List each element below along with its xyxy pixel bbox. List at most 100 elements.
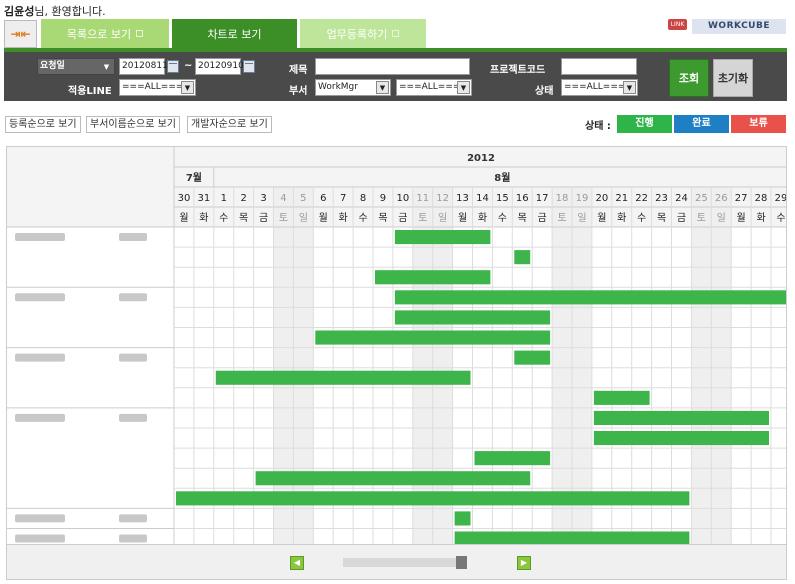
scroll-right-button[interactable]: ▶ bbox=[517, 556, 531, 570]
horizontal-scroll-track[interactable] bbox=[343, 558, 467, 567]
day-number: 30 bbox=[178, 193, 191, 204]
task-bar bbox=[454, 531, 690, 544]
tab-task-register[interactable]: 업무등록하기 bbox=[300, 19, 426, 48]
task-bar bbox=[375, 270, 491, 285]
task-bar bbox=[514, 350, 551, 365]
day-number: 26 bbox=[715, 193, 728, 204]
scroll-left-button[interactable]: ◀ bbox=[290, 556, 304, 570]
line-select-value: ===ALL=== bbox=[122, 82, 184, 92]
task-bar bbox=[593, 431, 769, 446]
legend-label: 상태 : bbox=[585, 121, 611, 132]
link-badge[interactable]: LINK bbox=[668, 19, 687, 30]
day-number: 18 bbox=[556, 193, 569, 204]
sort-by-developer-button[interactable]: 개발자순으로 보기 bbox=[187, 116, 272, 133]
legend-hold: 보류 bbox=[731, 115, 786, 133]
dept-label: 부서 bbox=[289, 86, 308, 97]
department-redacted bbox=[119, 293, 147, 302]
day-number: 9 bbox=[380, 193, 386, 204]
developer-name-redacted bbox=[15, 293, 65, 302]
developer-name-redacted bbox=[15, 233, 65, 241]
weekday-label: 일 bbox=[577, 212, 586, 224]
weekday-label: 일 bbox=[438, 212, 447, 224]
calendar-icon[interactable] bbox=[167, 60, 179, 73]
welcome-message: 김윤성님, 환영합니다. bbox=[4, 3, 106, 19]
line-select[interactable]: ===ALL=== ▼ bbox=[119, 79, 196, 96]
weekday-label: 화 bbox=[478, 212, 487, 224]
weekday-label: 월 bbox=[319, 212, 328, 224]
tab-list-label: 목록으로 보기 bbox=[66, 27, 132, 41]
task-bar bbox=[394, 290, 786, 305]
arrow-right-icon: ▶ bbox=[520, 558, 528, 567]
day-number: 24 bbox=[675, 193, 688, 204]
sort-by-registration-button[interactable]: 등록순으로 보기 bbox=[5, 116, 81, 133]
department-redacted bbox=[119, 413, 147, 422]
dept-select[interactable]: WorkMgr ▼ bbox=[315, 79, 391, 96]
square-icon bbox=[392, 30, 400, 37]
status-select-value: ===ALL=== bbox=[564, 82, 626, 92]
day-number: 20 bbox=[595, 193, 608, 204]
day-number: 6 bbox=[320, 193, 326, 204]
weekday-label: 수 bbox=[776, 212, 785, 224]
task-bar bbox=[215, 370, 471, 385]
start-date-input[interactable]: 20120811 bbox=[119, 58, 168, 75]
department-redacted bbox=[119, 233, 147, 241]
horizontal-scroll-thumb[interactable] bbox=[456, 556, 467, 569]
title-input[interactable] bbox=[315, 58, 470, 75]
day-number: 5 bbox=[300, 193, 306, 204]
weekday-label: 금 bbox=[398, 212, 407, 224]
search-button[interactable]: 조회 bbox=[669, 59, 709, 97]
task-bar bbox=[394, 230, 491, 245]
end-date-input[interactable]: 20120910 bbox=[195, 58, 244, 75]
weekend-column bbox=[711, 187, 732, 544]
tab-list-view[interactable]: 목록으로 보기 bbox=[41, 19, 169, 48]
day-number: 10 bbox=[396, 193, 409, 204]
weekday-label: 월 bbox=[597, 212, 606, 224]
toggle-panel-button[interactable]: ⇥⇤ bbox=[4, 20, 37, 48]
task-bar bbox=[454, 511, 471, 526]
weekday-label: 수 bbox=[219, 212, 228, 224]
calendar-icon[interactable] bbox=[243, 60, 255, 73]
date-type-select[interactable]: 요청일 ▼ bbox=[37, 58, 115, 75]
department-redacted bbox=[119, 353, 147, 362]
developer-name-redacted bbox=[15, 413, 65, 422]
legend-done: 완료 bbox=[674, 115, 729, 133]
welcome-suffix: 님, 환영합니다. bbox=[34, 5, 106, 18]
day-number: 22 bbox=[635, 193, 648, 204]
weekday-label: 월 bbox=[179, 212, 188, 224]
day-number: 16 bbox=[516, 193, 529, 204]
project-code-label: 프로젝트코드 bbox=[490, 65, 546, 76]
project-code-input[interactable] bbox=[561, 58, 637, 75]
day-number: 21 bbox=[615, 193, 628, 204]
task-bar bbox=[315, 330, 551, 345]
weekday-label: 화 bbox=[756, 212, 765, 224]
dropdown-arrow-icon: ▼ bbox=[457, 81, 470, 94]
tab-register-label: 업무등록하기 bbox=[326, 27, 388, 41]
weekday-label: 토 bbox=[697, 213, 706, 224]
developer-name-redacted bbox=[15, 534, 65, 543]
line-label: 적용LINE bbox=[68, 86, 112, 97]
tab-chart-view[interactable]: 차트로 보기 bbox=[172, 19, 297, 48]
gantt-chart: 2012 7월 8월 30 월 31 화 1 수 2 목 3 금 4 토 5 일 6 월 7 화 8 수 9 목 10 금 11 토 12… bbox=[6, 146, 787, 545]
weekday-label: 목 bbox=[378, 212, 387, 224]
dropdown-arrow-icon: ▼ bbox=[623, 81, 636, 94]
status-select[interactable]: ===ALL=== ▼ bbox=[561, 79, 638, 96]
sort-by-department-button[interactable]: 부서이름순으로 보기 bbox=[86, 116, 180, 133]
day-number: 1 bbox=[221, 193, 227, 204]
day-number: 8 bbox=[360, 193, 366, 204]
weekday-label: 토 bbox=[279, 213, 288, 224]
day-number: 15 bbox=[496, 193, 509, 204]
department-redacted bbox=[119, 514, 147, 523]
workcube-logo[interactable]: WORKCUBE bbox=[692, 19, 786, 34]
weekday-label: 일 bbox=[717, 212, 726, 224]
weekday-label: 토 bbox=[418, 213, 427, 224]
weekday-label: 일 bbox=[299, 212, 308, 224]
day-number: 3 bbox=[260, 193, 266, 204]
reset-button[interactable]: 초기화 bbox=[713, 59, 753, 97]
collapse-arrows-icon: ⇥⇤ bbox=[10, 27, 31, 41]
weekday-label: 월 bbox=[737, 212, 746, 224]
legend-in-progress: 진행 bbox=[617, 115, 672, 133]
day-number: 27 bbox=[735, 193, 748, 204]
dept-sub-select[interactable]: ===ALL=== ▼ bbox=[396, 79, 472, 96]
day-number: 25 bbox=[695, 193, 708, 204]
dropdown-arrow-icon: ▼ bbox=[100, 60, 113, 73]
